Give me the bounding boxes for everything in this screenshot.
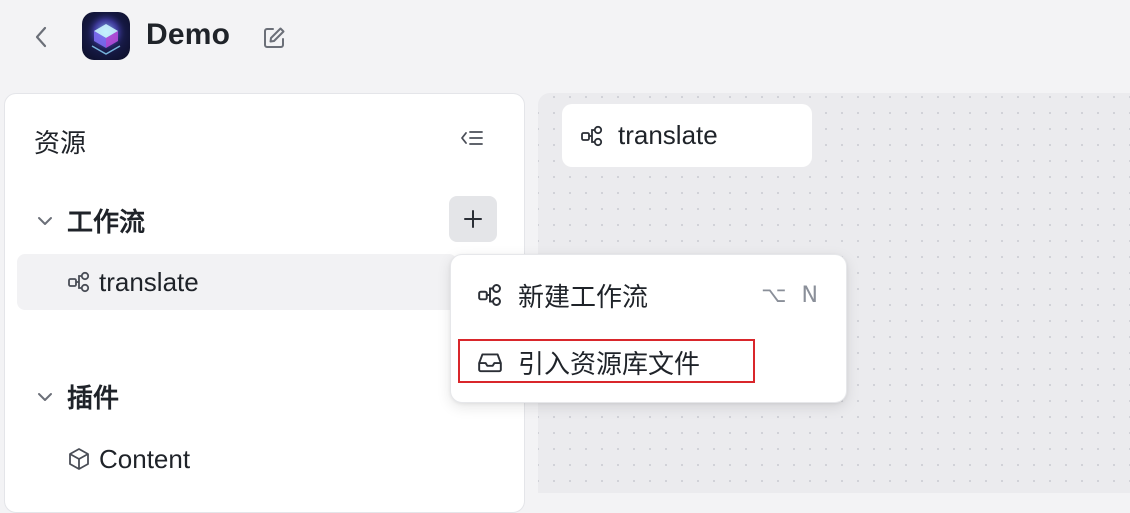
sidebar-title: 资源 bbox=[34, 128, 87, 158]
sidebar-item-content[interactable]: Content bbox=[17, 431, 457, 487]
edit-icon bbox=[264, 27, 285, 48]
top-bar: Demo bbox=[0, 0, 1130, 80]
shortcut-hint: ⌥ N bbox=[761, 282, 822, 308]
menu-item-import-library-file[interactable]: 引入资源库文件 bbox=[459, 332, 840, 392]
app-logo bbox=[82, 12, 130, 60]
workflow-icon bbox=[580, 124, 604, 148]
menu-item-new-workflow[interactable]: 新建工作流 ⌥ N bbox=[459, 265, 840, 325]
collapse-sidebar-button[interactable] bbox=[456, 124, 488, 152]
sidebar-item-label: translate bbox=[99, 266, 199, 297]
workflow-icon bbox=[476, 281, 504, 309]
sidebar-item-label: Content bbox=[99, 443, 191, 474]
inbox-icon bbox=[476, 348, 504, 376]
plus-icon bbox=[464, 210, 482, 228]
tab-label: translate bbox=[618, 120, 718, 150]
collapse-list-icon bbox=[461, 131, 483, 145]
chevron-down-icon bbox=[35, 387, 55, 407]
chevron-left-icon bbox=[35, 26, 47, 48]
resource-sidebar: 资源 工作流 translate 插件 Content bbox=[4, 93, 525, 513]
menu-item-label: 引入资源库文件 bbox=[518, 348, 701, 379]
section-label: 插件 bbox=[67, 383, 120, 413]
back-button[interactable] bbox=[26, 22, 56, 52]
tab-translate[interactable]: translate bbox=[562, 104, 812, 167]
section-label: 工作流 bbox=[67, 207, 146, 237]
section-workflow[interactable]: 工作流 bbox=[35, 202, 145, 239]
add-resource-button[interactable] bbox=[449, 196, 497, 242]
edit-title-button[interactable] bbox=[258, 22, 290, 54]
workflow-icon bbox=[67, 270, 91, 294]
cube-icon bbox=[67, 447, 91, 471]
chevron-down-icon bbox=[35, 211, 55, 231]
section-plugin[interactable]: 插件 bbox=[35, 378, 119, 415]
menu-item-label: 新建工作流 bbox=[518, 281, 649, 312]
add-resource-menu: 新建工作流 ⌥ N 引入资源库文件 bbox=[450, 254, 847, 403]
sidebar-item-translate[interactable]: translate bbox=[17, 254, 457, 310]
app-title: Demo bbox=[146, 18, 231, 51]
